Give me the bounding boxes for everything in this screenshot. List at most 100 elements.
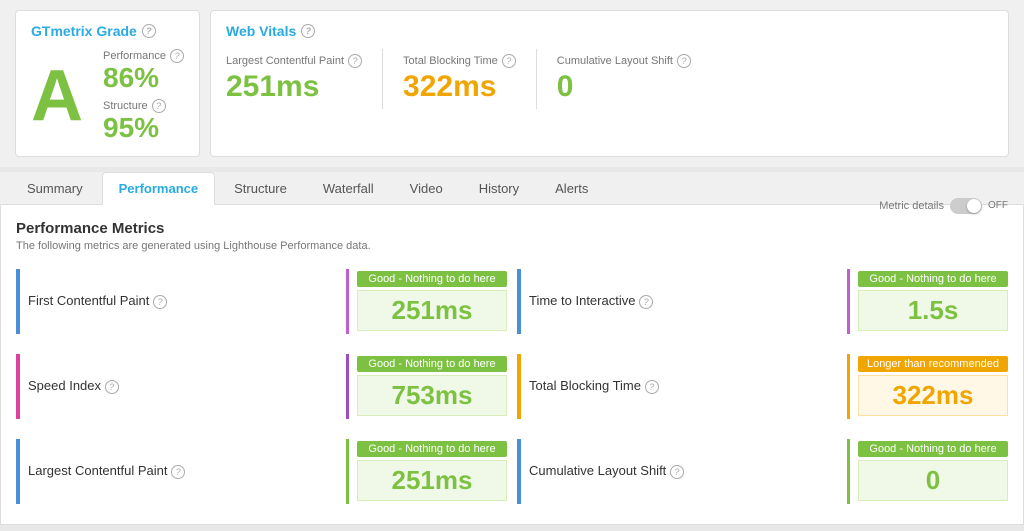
tti-right-border [847, 269, 850, 334]
si-row: Speed Index ? Good - Nothing to do here … [16, 349, 507, 424]
tabs-bar: Summary Performance Structure Waterfall … [0, 172, 1024, 205]
tbt-value: 322ms [858, 375, 1008, 416]
content-header: Performance Metrics The following metric… [16, 220, 1008, 264]
fcp-badge: Good - Nothing to do here [357, 271, 507, 287]
performance-label: Performance [103, 50, 166, 62]
tab-performance[interactable]: Performance [102, 172, 215, 205]
si-result: Good - Nothing to do here 753ms [357, 356, 507, 416]
fcp-right-border [346, 269, 349, 334]
web-vitals-info-icon[interactable]: ? [301, 24, 315, 38]
tbt-vital: Total Blocking Time ? 322ms [383, 54, 536, 104]
tti-info-icon[interactable]: ? [639, 295, 653, 309]
lcp-info-icon[interactable]: ? [348, 54, 362, 68]
cls2-info-icon[interactable]: ? [670, 465, 684, 479]
si-badge: Good - Nothing to do here [357, 356, 507, 372]
metric-details-switch[interactable] [950, 198, 982, 214]
content-subtitle: The following metrics are generated usin… [16, 240, 371, 252]
grade-panel: GTmetrix Grade ? A Performance ? 86% Str… [15, 10, 200, 157]
tab-video[interactable]: Video [393, 172, 460, 204]
metric-details-label: Metric details [879, 200, 944, 212]
structure-metric: Structure ? 95% [103, 99, 184, 144]
tti-label: Time to Interactive [529, 293, 635, 308]
fcp-result: Good - Nothing to do here 251ms [357, 271, 507, 331]
tbt-right-border [847, 354, 850, 419]
tbt-info-icon[interactable]: ? [502, 54, 516, 68]
lcp2-result: Good - Nothing to do here 251ms [357, 441, 507, 501]
metrics-grid: First Contentful Paint ? Good - Nothing … [16, 264, 1008, 509]
si-label-wrap: Speed Index ? [28, 378, 338, 394]
tab-waterfall[interactable]: Waterfall [306, 172, 391, 204]
lcp2-border [16, 439, 20, 504]
cls2-right-border [847, 439, 850, 504]
lcp2-label: Largest Contentful Paint [28, 463, 167, 478]
structure-label: Structure [103, 100, 148, 112]
structure-value: 95% [103, 113, 184, 144]
content-title: Performance Metrics [16, 220, 371, 237]
tti-result: Good - Nothing to do here 1.5s [858, 271, 1008, 331]
tbt-label-wrap: Total Blocking Time ? [529, 378, 839, 394]
lcp2-label-wrap: Largest Contentful Paint ? [28, 463, 338, 479]
cls2-value: 0 [858, 460, 1008, 501]
tbt-info-icon[interactable]: ? [645, 380, 659, 394]
cls2-border [517, 439, 521, 504]
fcp-label: First Contentful Paint [28, 293, 149, 308]
web-vitals-title-text: Web Vitals [226, 23, 296, 39]
fcp-border [16, 269, 20, 334]
cls2-label-wrap: Cumulative Layout Shift ? [529, 463, 839, 479]
lcp2-right-border [346, 439, 349, 504]
grade-title-text: GTmetrix Grade [31, 23, 137, 39]
lcp-vital: Largest Contentful Paint ? 251ms [226, 54, 382, 104]
si-right-border [346, 354, 349, 419]
cls-label: Cumulative Layout Shift [557, 55, 673, 67]
lcp-label: Largest Contentful Paint [226, 55, 344, 67]
si-border [16, 354, 20, 419]
cls2-badge: Good - Nothing to do here [858, 441, 1008, 457]
cls-vital: Cumulative Layout Shift ? 0 [537, 54, 711, 104]
tti-value: 1.5s [858, 290, 1008, 331]
fcp-row: First Contentful Paint ? Good - Nothing … [16, 264, 507, 339]
performance-info-icon[interactable]: ? [170, 49, 184, 63]
tbt-border [517, 354, 521, 419]
fcp-label-wrap: First Contentful Paint ? [28, 293, 338, 309]
tbt-label: Total Blocking Time [403, 55, 498, 67]
toggle-knob [967, 199, 981, 213]
performance-value: 86% [103, 63, 184, 94]
tti-badge: Good - Nothing to do here [858, 271, 1008, 287]
tti-label-wrap: Time to Interactive ? [529, 293, 839, 309]
si-info-icon[interactable]: ? [105, 380, 119, 394]
grade-title: GTmetrix Grade ? [31, 23, 184, 39]
tab-history[interactable]: History [462, 172, 536, 204]
fcp-info-icon[interactable]: ? [153, 295, 167, 309]
tbt-label: Total Blocking Time [529, 378, 641, 393]
tti-border [517, 269, 521, 334]
grade-letter: A [31, 60, 83, 132]
tbt-badge: Longer than recommended [858, 356, 1008, 372]
tab-structure[interactable]: Structure [217, 172, 304, 204]
web-vitals-panel: Web Vitals ? Largest Contentful Paint ? … [210, 10, 1009, 157]
tbt-value: 322ms [403, 70, 516, 104]
metric-details-toggle: Metric details OFF [879, 198, 1008, 214]
tab-alerts[interactable]: Alerts [538, 172, 605, 204]
tbt-result: Longer than recommended 322ms [858, 356, 1008, 416]
cls2-label: Cumulative Layout Shift [529, 463, 666, 478]
lcp2-row: Largest Contentful Paint ? Good - Nothin… [16, 434, 507, 509]
structure-info-icon[interactable]: ? [152, 99, 166, 113]
lcp2-info-icon[interactable]: ? [171, 465, 185, 479]
main-content: Performance Metrics The following metric… [0, 205, 1024, 525]
fcp-value: 251ms [357, 290, 507, 331]
cls2-result: Good - Nothing to do here 0 [858, 441, 1008, 501]
si-value: 753ms [357, 375, 507, 416]
lcp-value: 251ms [226, 70, 362, 104]
tab-summary[interactable]: Summary [10, 172, 100, 204]
tti-row: Time to Interactive ? Good - Nothing to … [517, 264, 1008, 339]
performance-metric: Performance ? 86% [103, 49, 184, 94]
si-label: Speed Index [28, 378, 101, 393]
tbt-row: Total Blocking Time ? Longer than recomm… [517, 349, 1008, 424]
toggle-off-label: OFF [988, 200, 1008, 211]
cls-value: 0 [557, 70, 691, 104]
lcp2-badge: Good - Nothing to do here [357, 441, 507, 457]
grade-info-icon[interactable]: ? [142, 24, 156, 38]
web-vitals-title: Web Vitals ? [226, 23, 993, 39]
cls-info-icon[interactable]: ? [677, 54, 691, 68]
cls2-row: Cumulative Layout Shift ? Good - Nothing… [517, 434, 1008, 509]
